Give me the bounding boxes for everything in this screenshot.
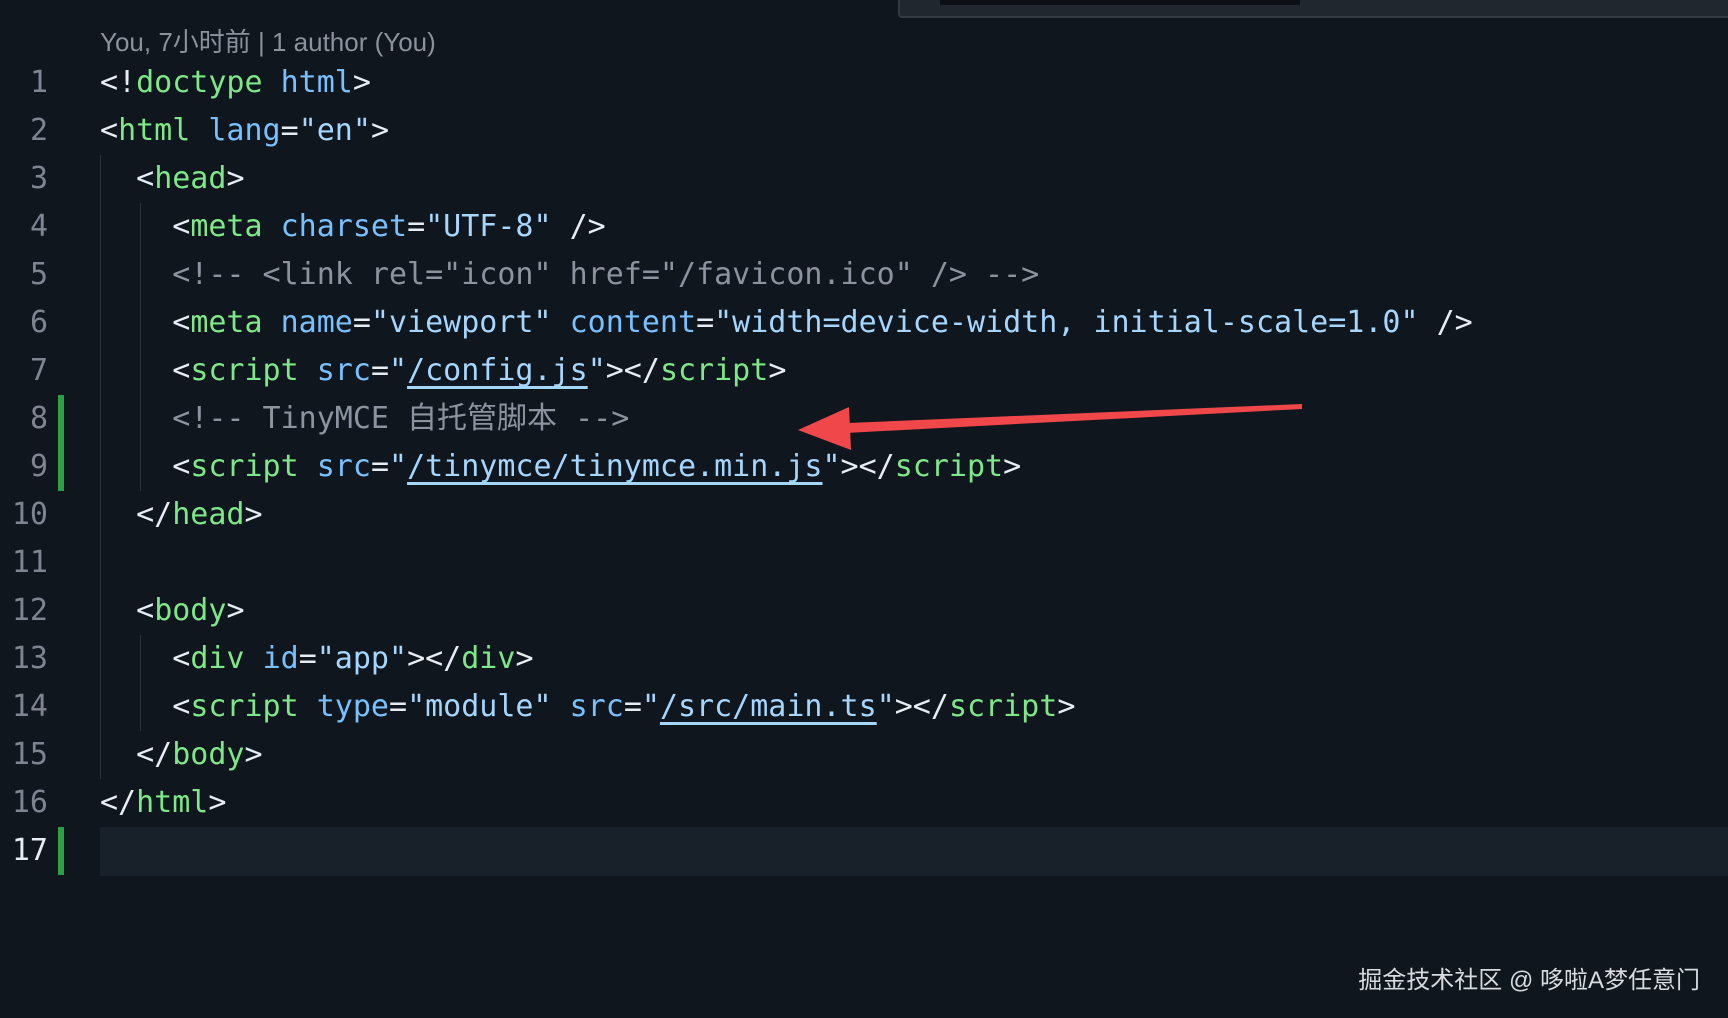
code-editor[interactable]: You, 7小时前 | 1 author (You) 1 <!doctype ht… (0, 0, 1728, 1018)
watermark: 掘金技术社区 @ 哆啦A梦任意门 (1358, 967, 1700, 994)
red-arrow-annotation (798, 404, 1302, 450)
